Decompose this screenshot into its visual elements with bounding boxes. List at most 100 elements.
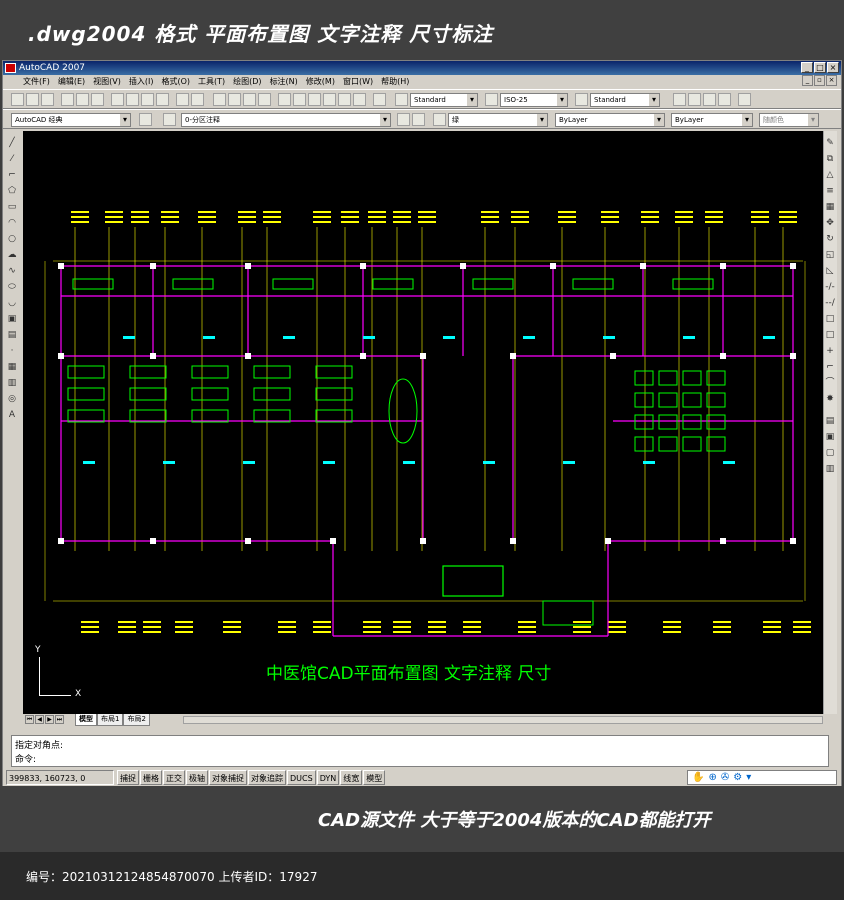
menu-view[interactable]: 视图(V) <box>93 75 121 89</box>
trim-icon[interactable]: -/- <box>824 281 836 293</box>
menu-modify[interactable]: 修改(M) <box>306 75 335 89</box>
close-button[interactable]: × <box>827 62 839 73</box>
menu-format[interactable]: 格式(O) <box>161 75 190 89</box>
calculator-icon[interactable] <box>353 93 366 106</box>
table-style-select[interactable]: Standard <box>590 93 660 107</box>
minimize-button[interactable]: _ <box>801 62 813 73</box>
regen-icon[interactable] <box>738 93 751 106</box>
rotate-icon[interactable]: ↻ <box>824 233 836 245</box>
scale-icon[interactable]: ◱ <box>824 249 836 261</box>
arc-icon[interactable]: ◠ <box>6 217 18 229</box>
lineweight-select[interactable]: ByLayer <box>671 113 753 127</box>
match-properties-icon[interactable] <box>156 93 169 106</box>
horizontal-scrollbar[interactable] <box>183 716 823 724</box>
pan-icon[interactable] <box>213 93 226 106</box>
grid-toggle[interactable]: 栅格 <box>140 770 162 785</box>
color-select[interactable]: 绿 <box>448 113 548 127</box>
menu-insert[interactable]: 插入(I) <box>129 75 154 89</box>
zoom-realtime-icon[interactable] <box>228 93 241 106</box>
aligned-dim-icon[interactable] <box>688 93 701 106</box>
break-at-point-icon[interactable]: □ <box>824 329 836 341</box>
otrack-toggle[interactable]: 对象追踪 <box>248 770 286 785</box>
move-icon[interactable]: ✥ <box>824 217 836 229</box>
command-prompt[interactable]: 命令: <box>15 752 36 765</box>
polar-toggle[interactable]: 极轴 <box>186 770 208 785</box>
bring-front-icon[interactable]: ▣ <box>824 431 836 443</box>
extend-icon[interactable]: --/ <box>824 297 836 309</box>
paste-icon[interactable] <box>141 93 154 106</box>
new-icon[interactable] <box>11 93 24 106</box>
osnap-toggle[interactable]: 对象捕捉 <box>209 770 247 785</box>
properties-icon[interactable] <box>278 93 291 106</box>
save-icon[interactable] <box>41 93 54 106</box>
prev-tab-button[interactable]: ◀ <box>35 715 44 724</box>
design-center-icon[interactable] <box>293 93 306 106</box>
layer-manager-icon[interactable] <box>163 113 176 126</box>
explode-icon[interactable]: ✸ <box>824 393 836 405</box>
region-icon[interactable]: ◎ <box>6 393 18 405</box>
bring-above-icon[interactable]: ▥ <box>824 463 836 475</box>
help-icon[interactable] <box>373 93 386 106</box>
last-tab-button[interactable]: ⏭ <box>55 715 64 724</box>
menu-draw[interactable]: 绘图(D) <box>233 75 261 89</box>
join-icon[interactable]: + <box>824 345 836 357</box>
print-icon[interactable] <box>61 93 74 106</box>
polygon-icon[interactable]: ⬠ <box>6 185 18 197</box>
ellipse-icon[interactable]: ⬭ <box>6 281 18 293</box>
polyline-icon[interactable]: ⌐ <box>6 169 18 181</box>
menu-window[interactable]: 窗口(W) <box>343 75 373 89</box>
sheet-set-icon[interactable] <box>323 93 336 106</box>
line-icon[interactable]: ╱ <box>6 137 18 149</box>
plot-style-select[interactable]: 随颜色 <box>759 113 819 127</box>
construction-line-icon[interactable]: ⁄ <box>6 153 18 165</box>
markup-icon[interactable] <box>338 93 351 106</box>
menu-file[interactable]: 文件(F) <box>23 75 50 89</box>
doc-minimize-button[interactable]: _ <box>802 75 813 86</box>
tray-comm-icon[interactable]: ✇ <box>721 772 733 783</box>
preview-icon[interactable] <box>76 93 89 106</box>
tab-layout1[interactable]: 布局1 <box>97 714 124 726</box>
menu-edit[interactable]: 编辑(E) <box>58 75 85 89</box>
zoom-window-icon[interactable] <box>243 93 256 106</box>
layer-previous-icon[interactable] <box>412 113 425 126</box>
gradient-icon[interactable]: ▥ <box>6 377 18 389</box>
linear-dim-icon[interactable] <box>673 93 686 106</box>
tool-palettes-icon[interactable] <box>308 93 321 106</box>
menu-tools[interactable]: 工具(T) <box>198 75 225 89</box>
tray-lock-icon[interactable]: ⊕ <box>708 772 720 783</box>
circle-icon[interactable]: ○ <box>6 233 18 245</box>
array-icon[interactable]: ▦ <box>824 201 836 213</box>
tray-settings-icon[interactable]: ⚙ <box>733 772 746 783</box>
copy-icon[interactable] <box>126 93 139 106</box>
ducs-toggle[interactable]: DUCS <box>287 770 316 785</box>
arc-dim-icon[interactable] <box>703 93 716 106</box>
copy-object-icon[interactable]: ⧉ <box>824 153 836 165</box>
maximize-button[interactable]: □ <box>814 62 826 73</box>
tray-pan-icon[interactable]: ✋ <box>692 772 708 783</box>
next-tab-button[interactable]: ▶ <box>45 715 54 724</box>
workspace-settings-icon[interactable] <box>139 113 152 126</box>
menu-help[interactable]: 帮助(H) <box>381 75 409 89</box>
break-icon[interactable]: □ <box>824 313 836 325</box>
linetype-select[interactable]: ByLayer <box>555 113 665 127</box>
command-window[interactable]: 指定对角点: 命令: <box>11 735 829 767</box>
zoom-previous-icon[interactable] <box>258 93 271 106</box>
menu-dimension[interactable]: 标注(N) <box>270 75 298 89</box>
text-style-select[interactable]: Standard <box>410 93 478 107</box>
open-icon[interactable] <box>26 93 39 106</box>
layer-select[interactable]: 0-分区注释 <box>181 113 391 127</box>
tab-layout2[interactable]: 布局2 <box>123 714 150 726</box>
doc-restore-button[interactable]: ▫ <box>814 75 825 86</box>
revcloud-icon[interactable]: ☁ <box>6 249 18 261</box>
offset-icon[interactable]: ≡ <box>824 185 836 197</box>
undo-icon[interactable] <box>176 93 189 106</box>
workspace-select[interactable]: AutoCAD 经典 <box>11 113 131 127</box>
model-toggle[interactable]: 模型 <box>363 770 386 785</box>
make-current-layer-icon[interactable] <box>397 113 410 126</box>
doc-close-button[interactable]: × <box>826 75 837 86</box>
draw-order-icon[interactable]: ▤ <box>824 415 836 427</box>
cut-icon[interactable] <box>111 93 124 106</box>
mirror-icon[interactable]: △ <box>824 169 836 181</box>
fillet-icon[interactable]: ⌒ <box>824 377 836 389</box>
first-tab-button[interactable]: ⏮ <box>25 715 34 724</box>
